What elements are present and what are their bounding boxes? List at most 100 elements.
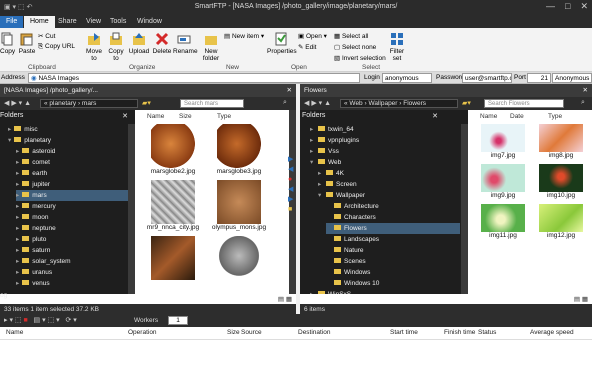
expand-icon[interactable]: ▸: [16, 170, 19, 177]
expand-icon[interactable]: ▸: [8, 126, 11, 133]
minimize-icon[interactable]: —: [546, 1, 555, 11]
select-all-button[interactable]: ▦ Select all: [334, 32, 368, 40]
breadcrumb[interactable]: « planetary › mars: [40, 99, 138, 108]
folder-tree-item[interactable]: Flowers: [326, 223, 460, 234]
folder-tree-item[interactable]: ▸ solar_system: [16, 256, 128, 267]
transfer-column-header[interactable]: Name: [6, 329, 23, 336]
folder-tree-item[interactable]: ▸ moon: [16, 212, 128, 223]
delete-button[interactable]: Delete: [152, 32, 172, 55]
folder-tree-item[interactable]: ▸ jupiter: [16, 179, 128, 190]
transfer-column-header[interactable]: Start time: [390, 329, 418, 336]
expand-icon[interactable]: ▸: [16, 159, 19, 166]
expand-icon[interactable]: ▸: [16, 148, 19, 155]
expand-icon[interactable]: ▸: [16, 258, 19, 265]
transfer-column-header[interactable]: Size: [227, 329, 240, 336]
folder-tree-item[interactable]: ▾ planetary: [8, 135, 128, 146]
search-input[interactable]: Search mars: [180, 99, 244, 108]
folder-tree-item[interactable]: ▾ Wallpaper: [318, 190, 460, 201]
folder-tree-item[interactable]: Nature: [326, 245, 460, 256]
scrollbar[interactable]: [128, 124, 135, 304]
invert-selection-button[interactable]: ▧ Invert selection: [334, 54, 386, 62]
pane-splitter-icons[interactable]: ▶ ◀ ● ◀ ▶ ■: [288, 155, 296, 255]
transfer-column-header[interactable]: Average speed: [530, 329, 574, 336]
scrollbar[interactable]: [461, 124, 468, 304]
column-name[interactable]: Name: [480, 113, 497, 120]
folder-icon[interactable]: ▰▾: [462, 99, 471, 107]
column-date[interactable]: Date: [510, 113, 524, 120]
expand-icon[interactable]: ▸: [16, 192, 19, 199]
nav-back-forward[interactable]: ◀ ▶ ▾ ▲: [4, 99, 31, 107]
upload-button[interactable]: Upload: [128, 32, 150, 55]
file-thumbnail[interactable]: img8.jpg: [534, 124, 588, 159]
transfer-column-header[interactable]: Finish time: [444, 329, 475, 336]
folder-tree-item[interactable]: ▸ saturn: [16, 245, 128, 256]
cut-button[interactable]: ✂ Cut: [38, 32, 55, 40]
transfer-column-header[interactable]: Operation: [128, 329, 157, 336]
folder-tree-item[interactable]: ▸ earth: [16, 168, 128, 179]
expand-icon[interactable]: ▸: [16, 225, 19, 232]
select-none-button[interactable]: ▢ Select none: [334, 43, 376, 51]
folder-tree-item[interactable]: ▸ txwin_64: [310, 124, 460, 135]
folder-tree-item[interactable]: Architecture: [326, 201, 460, 212]
folder-tree-item[interactable]: ▸ misc: [8, 124, 128, 135]
close-icon[interactable]: ✕: [432, 112, 438, 120]
paste-button[interactable]: Paste: [18, 32, 36, 55]
folder-tree-item[interactable]: ▸ uranus: [16, 267, 128, 278]
column-size[interactable]: Size: [179, 113, 192, 120]
tab-view[interactable]: View: [80, 16, 107, 28]
edit-button[interactable]: ✎ Edit: [298, 43, 316, 51]
expand-icon[interactable]: ▸: [16, 181, 19, 188]
file-thumbnail[interactable]: olympus_mons.jpg: [209, 180, 269, 231]
search-input[interactable]: Search Flowers: [484, 99, 564, 108]
column-type[interactable]: Type: [217, 113, 231, 120]
view-mode-icon[interactable]: ▤ ▦: [278, 295, 292, 303]
expand-icon[interactable]: ▸: [16, 269, 19, 276]
login-input[interactable]: anonymous: [382, 73, 432, 83]
tab-home[interactable]: Home: [24, 16, 55, 28]
file-thumbnail[interactable]: marsglobe3.jpg: [209, 124, 269, 175]
folder-tree-item[interactable]: ▸ 4K: [318, 168, 460, 179]
close-icon[interactable]: ✕: [122, 112, 128, 120]
password-input[interactable]: user@smartftp.com: [462, 73, 512, 83]
queue-controls[interactable]: ▸ ▾ ⬚ ■ ▤ ▾ ⬚ ▾ ⟳ ▾: [4, 316, 77, 324]
expand-icon[interactable]: ▸: [310, 146, 315, 157]
folder-tree-item[interactable]: Windows 10: [326, 278, 460, 289]
new-folder-button[interactable]: New folder: [202, 32, 220, 62]
expand-icon[interactable]: ▸: [16, 203, 19, 210]
view-mode-icon[interactable]: ▤ ▦: [574, 295, 588, 303]
file-thumbnail[interactable]: img11.jpg: [476, 204, 530, 239]
expand-icon[interactable]: ▸: [16, 236, 19, 243]
file-thumbnail[interactable]: img7.jpg: [476, 124, 530, 159]
tab-file[interactable]: File: [0, 16, 24, 28]
folder-tree-item[interactable]: ▸ neptune: [16, 223, 128, 234]
expand-icon[interactable]: ▸: [310, 124, 315, 135]
transfer-arrows-icon[interactable]: ▶ ◀ ● ◀ ▶ ■: [288, 155, 296, 215]
folder-tree-item[interactable]: ▸ mercury: [16, 201, 128, 212]
close-icon[interactable]: ✕: [580, 1, 588, 11]
close-icon[interactable]: ✕: [287, 86, 292, 94]
breadcrumb[interactable]: « Web › Wallpaper › Flowers: [340, 99, 458, 108]
folder-tree-item[interactable]: ▸ Vss: [310, 146, 460, 157]
transfer-column-header[interactable]: Destination: [298, 329, 331, 336]
rename-button[interactable]: Rename: [173, 32, 198, 55]
expand-icon[interactable]: ▾: [8, 137, 11, 144]
file-thumbnail[interactable]: img12.jpg: [534, 204, 588, 239]
workers-input[interactable]: 1: [168, 316, 188, 325]
move-to-button[interactable]: Move to: [84, 32, 104, 62]
filter-set-button[interactable]: Filter set: [388, 32, 406, 62]
expand-icon[interactable]: ▸: [318, 179, 323, 190]
folder-tree-item[interactable]: ▸ comet: [16, 157, 128, 168]
column-name[interactable]: Name: [147, 113, 164, 120]
properties-button[interactable]: Properties: [267, 32, 297, 55]
folder-tree-item[interactable]: Scenes: [326, 256, 460, 267]
tab-share[interactable]: Share: [52, 16, 83, 28]
expand-icon[interactable]: ▾: [310, 157, 315, 168]
folder-tree-item[interactable]: Landscapes: [326, 234, 460, 245]
file-thumbnail[interactable]: img9.jpg: [476, 164, 530, 199]
file-thumbnail[interactable]: mr9_nnca_city.jpg: [143, 180, 203, 231]
mode-select[interactable]: Anonymous: [552, 73, 592, 83]
expand-icon[interactable]: ▸: [16, 247, 19, 254]
folder-tree-item[interactable]: ▾ Web: [310, 157, 460, 168]
tab-tools[interactable]: Tools: [104, 16, 132, 28]
address-input[interactable]: ◉ NASA Images: [28, 73, 360, 83]
